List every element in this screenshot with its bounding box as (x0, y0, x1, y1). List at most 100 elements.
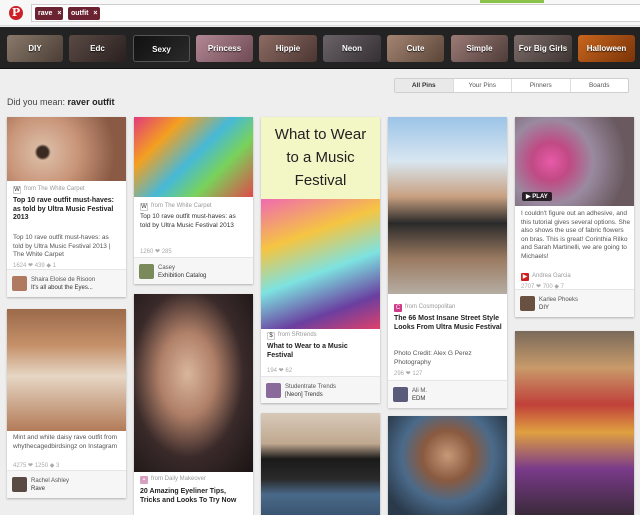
tab-pinners[interactable]: Pinners (512, 79, 571, 92)
board-name[interactable]: [Neon] Trends (285, 392, 323, 398)
avatar[interactable] (520, 296, 535, 311)
source-label: from Cosmopolitan (405, 304, 456, 310)
pin-poster[interactable]: What to Wear to a Music Festival (261, 117, 380, 199)
pin-image[interactable] (388, 117, 507, 294)
poster-text: What to Wear to a Music Festival (274, 126, 367, 189)
pinterest-logo-icon[interactable]: P (9, 6, 23, 20)
pin-title[interactable]: The 66 Most Insane Street Style Looks Fr… (394, 315, 502, 332)
category-for-big-girls[interactable]: For Big Girls (514, 35, 572, 62)
pin-title[interactable]: 20 Amazing Eyeliner Tips, Tricks and Loo… (140, 488, 248, 505)
pin-card[interactable]: Mint and white daisy rave outfit from wh… (7, 309, 126, 498)
pin-title[interactable]: Top 10 rave outfit must-haves: as told b… (13, 197, 121, 223)
pin-image[interactable] (134, 294, 253, 472)
did-you-mean-link[interactable]: raver outfit (68, 97, 115, 107)
search-token-rave[interactable]: rave × (35, 7, 64, 20)
did-you-mean: Did you mean: raver outfit (7, 97, 115, 107)
pin-footer: Studentrate Trends [Neon] Trends (261, 376, 380, 403)
pin-source[interactable]: ▶ Andrea Garcia (521, 273, 571, 281)
pin-source[interactable]: ▪ from Daily Makeover (140, 476, 206, 484)
pin-source[interactable]: Cfrom Cosmopolitan (394, 304, 455, 312)
pinner-name[interactable]: Studentrate Trends (285, 384, 336, 390)
board-name[interactable]: EDM (412, 396, 425, 402)
category-strip: DIY Edc Sexy Princess Hippie Neon Cute S… (0, 27, 640, 69)
avatar[interactable] (12, 276, 27, 291)
pin-description: Mint and white daisy rave outfit from wh… (13, 434, 118, 450)
avatar[interactable] (393, 387, 408, 402)
source-label: from The White Carpet (24, 186, 85, 192)
board-name[interactable]: Exhibition Catalog (158, 273, 206, 279)
pinner-name[interactable]: Rachel Ashley (31, 478, 69, 484)
board-name[interactable]: DIY (539, 305, 549, 311)
pin-description: Photo Credit: Alex G Perez Photography (394, 350, 472, 366)
category-halloween[interactable]: Halloween (578, 35, 635, 62)
pinner-name[interactable]: Karlee Phoeks (539, 297, 578, 303)
category-sexy[interactable]: Sexy (133, 35, 190, 62)
pin-footer: Shaira Eloise de Risoon It's all about t… (7, 269, 126, 297)
pin-source[interactable]: Wfrom The White Carpet (13, 186, 85, 194)
pin-image[interactable] (7, 117, 126, 181)
source-label: Andrea Garcia (532, 273, 571, 279)
pin-title[interactable]: What to Wear to a Music Festival (267, 343, 375, 360)
source-label: from SRtrends (278, 332, 317, 338)
token-label: rave (38, 10, 53, 17)
pin-stats: 1260 ❤ 285 (140, 249, 172, 255)
category-edc[interactable]: Edc (69, 35, 126, 62)
pinner-name[interactable]: Casey (158, 265, 175, 271)
pin-image[interactable] (515, 331, 634, 515)
remove-token-icon[interactable]: × (93, 7, 97, 20)
pin-filter-tabs: All Pins Your Pins Pinners Boards (394, 78, 629, 93)
pin-source[interactable]: Wfrom The White Carpet (140, 203, 212, 211)
pin-card[interactable]: Wfrom The White Carpet Top 10 rave outfi… (134, 117, 253, 284)
pin-image[interactable] (7, 309, 126, 431)
pin-card[interactable]: Wfrom The White Carpet Top 10 rave outfi… (7, 117, 126, 297)
tab-all-pins[interactable]: All Pins (395, 79, 454, 92)
source-label: from Daily Makeover (151, 476, 207, 482)
pin-image[interactable] (261, 413, 380, 515)
pin-description: Top 10 rave outfit must-haves: as told b… (140, 213, 236, 229)
pin-card[interactable] (515, 331, 634, 515)
pin-description: Top 10 rave outfit must-haves: as told b… (13, 234, 111, 258)
remove-token-icon[interactable]: × (57, 7, 61, 20)
search-token-outfit[interactable]: outfit × (68, 7, 100, 20)
notification-strip (480, 0, 544, 3)
pin-image[interactable] (388, 416, 507, 515)
source-label: from The White Carpet (151, 203, 212, 209)
pin-footer: Casey Exhibition Catalog (134, 257, 253, 284)
pin-card[interactable]: What to Wear to a Music Festival $ from S… (261, 117, 380, 403)
pin-footer: Rachel Ashley Rave (7, 470, 126, 498)
pin-image[interactable] (134, 117, 253, 197)
pin-footer: Ali M. EDM (388, 380, 507, 408)
category-princess[interactable]: Princess (196, 35, 253, 62)
pin-stats: 1624 ❤ 439 ◆ 1 (13, 263, 57, 269)
pin-card[interactable] (261, 413, 380, 515)
pin-card[interactable]: ▶ PLAY I couldn't figure out an adhesive… (515, 117, 634, 317)
pin-stats: 296 ❤ 127 (394, 371, 423, 377)
pin-description: I couldn't figure out an adhesive, and t… (521, 210, 631, 260)
board-name[interactable]: Rave (31, 486, 45, 492)
avatar[interactable] (12, 477, 27, 492)
play-video-button[interactable]: ▶ PLAY (522, 192, 552, 201)
pinner-name[interactable]: Ali M. (412, 388, 427, 394)
pin-stats: 4275 ❤ 1250 ◆ 3 (13, 463, 60, 469)
pin-image[interactable] (261, 199, 380, 329)
category-hippie[interactable]: Hippie (259, 35, 317, 62)
pin-stats: 194 ❤ 62 (267, 368, 293, 374)
search-input[interactable]: rave × outfit × (31, 4, 640, 22)
avatar[interactable] (139, 264, 154, 279)
pin-card[interactable] (388, 416, 507, 515)
pinner-name[interactable]: Shaira Eloise de Risoon (31, 277, 95, 283)
avatar[interactable] (266, 383, 281, 398)
category-diy[interactable]: DIY (7, 35, 63, 62)
category-simple[interactable]: Simple (451, 35, 508, 62)
board-name[interactable]: It's all about the Eyes... (31, 285, 93, 291)
category-cute[interactable]: Cute (387, 35, 444, 62)
tab-your-pins[interactable]: Your Pins (454, 79, 512, 92)
pin-card[interactable]: Cfrom Cosmopolitan The 66 Most Insane St… (388, 117, 507, 380)
top-search-bar: P rave × outfit × (0, 0, 640, 26)
category-neon[interactable]: Neon (323, 35, 381, 62)
pin-card[interactable]: ▪ from Daily Makeover 20 Amazing Eyeliner… (134, 294, 253, 515)
pin-source[interactable]: $ from SRtrends (267, 332, 317, 340)
token-label: outfit (71, 10, 89, 17)
tab-boards[interactable]: Boards (571, 79, 629, 92)
pin-footer: Karlee Phoeks DIY (515, 289, 634, 317)
